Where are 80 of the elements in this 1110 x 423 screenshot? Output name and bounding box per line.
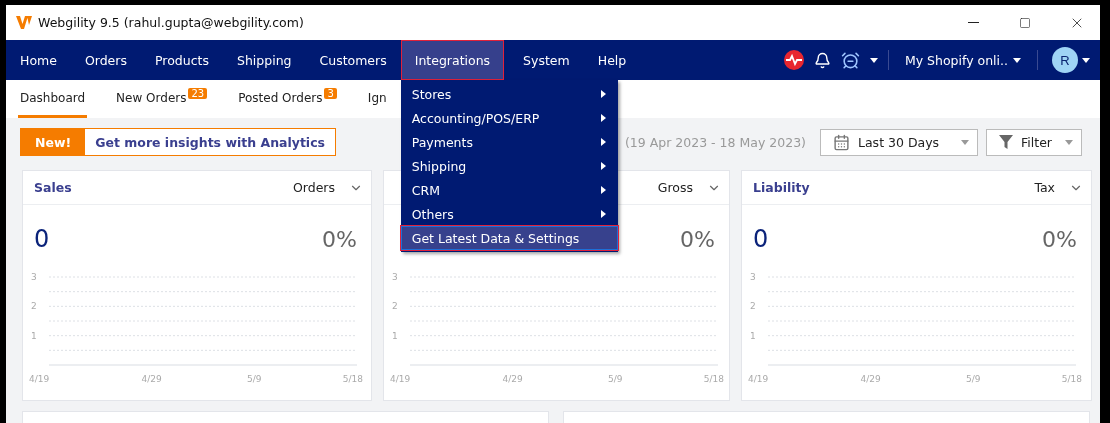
analytics-link[interactable]: Get more insights with Analytics: [85, 129, 335, 155]
percent-change: 0%: [1042, 226, 1077, 252]
new-badge: New!: [21, 129, 86, 155]
account-menu-button[interactable]: R: [1048, 47, 1094, 73]
tab[interactable]: Ign: [365, 80, 389, 118]
axis-tick-label: 3: [392, 272, 398, 282]
axis-tick-label: 4/19: [390, 374, 411, 384]
nav-item[interactable]: System: [509, 40, 584, 80]
nav-item[interactable]: Orders: [70, 40, 141, 80]
caret-icon: [961, 139, 969, 145]
axis-tick-label: 5/9: [966, 374, 981, 384]
submenu-arrow-icon: [600, 90, 606, 98]
axis-tick-label: 2: [750, 301, 756, 312]
menu-item[interactable]: Payments: [400, 130, 618, 154]
axis-tick-label: 1: [750, 330, 756, 341]
axis-tick-label: 4/29: [141, 374, 162, 384]
axis-tick-label: 4/29: [502, 374, 523, 384]
metric-value: 0: [753, 225, 770, 253]
axis-tick-label: 3: [31, 272, 37, 282]
filter-icon: [999, 135, 1013, 149]
calendar-icon: [833, 133, 850, 151]
card-title: Liability: [753, 180, 811, 195]
submenu-arrow-icon: [600, 114, 606, 122]
card-title: Sales: [34, 180, 73, 195]
nav-item[interactable]: Home: [6, 40, 71, 80]
filter-dropdown[interactable]: Filter: [986, 128, 1082, 156]
tab[interactable]: New Orders 23: [114, 80, 210, 118]
metric-selector[interactable]: Gross: [657, 180, 721, 195]
caret-icon: [869, 57, 878, 63]
axis-tick-label: 4/19: [29, 374, 50, 384]
metric-selector[interactable]: Tax: [1034, 180, 1083, 195]
percent-change: 0%: [680, 226, 715, 252]
date-range-text: (19 Apr 2023 - 18 May 2023): [625, 134, 806, 150]
menu-item[interactable]: CRM: [400, 178, 618, 202]
menu-item[interactable]: Shipping: [400, 154, 618, 178]
store-selector[interactable]: My Shopify onli..: [898, 52, 1027, 68]
nav-item[interactable]: Customers: [305, 40, 401, 80]
axis-tick-label: 3: [750, 272, 756, 282]
nav-item[interactable]: Integrations: [400, 40, 505, 80]
metric-value: 0: [34, 225, 51, 253]
axis-tick-label: 2: [392, 301, 398, 312]
maximize-icon: [1019, 16, 1031, 29]
menu-item[interactable]: Get Latest Data & Settings: [400, 226, 618, 250]
axis-tick-label: 4/19: [748, 374, 769, 384]
axis-tick-label: 5/18: [1061, 374, 1082, 384]
caret-icon: [1082, 57, 1090, 63]
submenu-arrow-icon: [600, 186, 606, 194]
window-title: Webgility 9.5 (rahul.gupta@webgility.com): [38, 15, 305, 30]
percent-change: 0%: [322, 226, 357, 252]
submenu-arrow-icon: [600, 162, 606, 170]
axis-tick-label: 4/29: [860, 374, 881, 384]
axis-tick-label: 1: [31, 330, 37, 341]
axis-tick-label: 1: [392, 330, 398, 341]
axis-tick-label: 5/9: [608, 374, 623, 384]
minimize-icon: [967, 22, 979, 23]
menu-item[interactable]: Accounting/POS/ERP: [400, 106, 618, 130]
tab[interactable]: Posted Orders 3: [236, 80, 339, 118]
axis-tick-label: 5/9: [247, 374, 262, 384]
date-range-dropdown[interactable]: Last 30 Days: [820, 128, 978, 156]
caret-icon: [1013, 57, 1021, 63]
tab[interactable]: Dashboard: [18, 80, 88, 118]
axis-tick-label: 5/18: [342, 374, 363, 384]
submenu-arrow-icon: [600, 210, 606, 218]
count-badge: 23: [188, 88, 208, 99]
count-badge: 3: [324, 88, 337, 99]
axis-tick-label: 5/18: [703, 374, 724, 384]
metric-selector[interactable]: Orders: [292, 180, 363, 195]
submenu-arrow-icon: [600, 138, 606, 146]
menu-item[interactable]: Stores: [400, 82, 618, 106]
avatar: R: [1052, 47, 1078, 73]
caret-icon: [1065, 139, 1073, 145]
menu-item[interactable]: Others: [400, 202, 618, 226]
heartbeat-icon[interactable]: [783, 50, 804, 70]
bell-icon[interactable]: [813, 51, 831, 69]
nav-item[interactable]: Products: [140, 40, 223, 80]
nav-item[interactable]: Shipping: [222, 40, 306, 80]
nav-item[interactable]: Help: [583, 40, 641, 80]
logo-icon: [16, 16, 32, 29]
axis-tick-label: 2: [31, 301, 37, 312]
alarm-clock-icon[interactable]: [840, 50, 860, 70]
